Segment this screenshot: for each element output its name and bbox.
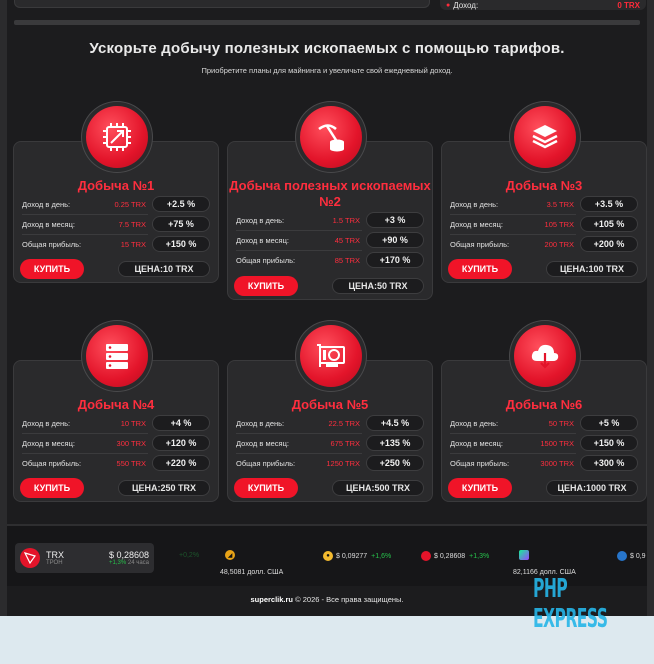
row-month: Доход в месяц: 7.5 TRX +75 %	[22, 215, 210, 233]
ticker-faded: +0,2%	[179, 552, 200, 559]
income-summary: ● Доход: 0 TRX	[440, 0, 646, 10]
cloud-mining-icon	[514, 325, 576, 387]
page-title: Ускорьте добычу полезных ископаемых с по…	[89, 40, 565, 57]
row-total: Общая прибыль: 3000 TRX +300 %	[450, 454, 638, 472]
plan-title: Добыча №5	[291, 397, 369, 412]
row-total: Общая прибыль: 550 TRX +220 %	[22, 454, 210, 472]
footer-site-link[interactable]: superclik.ru	[251, 595, 294, 604]
pickaxe-coins-icon	[300, 106, 362, 168]
plan-card-6: Добыча №6 Доход в день: 50 TRX +5 % Доход …	[441, 325, 647, 502]
footer-copyright: © 2026 - Все права защищены.	[295, 595, 404, 604]
income-label: Доход:	[453, 0, 479, 10]
tron-icon	[421, 551, 431, 561]
price-badge: ЦЕНА:50 TRX	[332, 278, 424, 294]
row-day: Доход в день: 1.5 TRX +3 %	[236, 211, 424, 229]
solana-icon	[519, 550, 529, 560]
buy-button-plan-5[interactable]: КУПИТЬ	[234, 478, 298, 498]
plan-card-1: Добыча №1 Доход в день: 0.25 TRX +2.5 % До…	[13, 106, 219, 283]
ticker-item-3[interactable]: $ 0,28608 +1,3%	[421, 551, 489, 561]
page-right-edge	[647, 0, 654, 616]
buy-button-plan-6[interactable]: КУПИТЬ	[448, 478, 512, 498]
coin-icon: ◢	[225, 550, 235, 560]
server-rack-icon	[86, 325, 148, 387]
price-badge: ЦЕНА:250 TRX	[118, 480, 210, 496]
row-total: Общая прибыль: 85 TRX +170 %	[236, 251, 424, 269]
watermark-logo: PHP EXPRESS	[533, 574, 608, 634]
buy-button-plan-1[interactable]: КУПИТЬ	[20, 259, 84, 279]
ticker-period: 24 часа	[127, 560, 149, 566]
plan-card-5: Добыча №5 Доход в день: 22.5 TRX +4.5 % До…	[227, 325, 433, 502]
ticker-item-1-value: 48,5081 долл. США	[220, 569, 284, 576]
plan-card-3: Добыча №3 Доход в день: 3.5 TRX +3.5 % Дох…	[441, 106, 647, 283]
tron-icon	[20, 548, 40, 568]
price-badge: ЦЕНА:10 TRX	[118, 261, 210, 277]
price-badge: ЦЕНА:500 TRX	[332, 480, 424, 496]
divider	[14, 20, 640, 25]
layers-stack-icon	[514, 106, 576, 168]
usdc-icon	[617, 551, 627, 561]
plan-title: Добыча полезных ископаемых №2	[229, 178, 431, 209]
graphics-card-icon	[300, 325, 362, 387]
page-subtitle: Приобретите планы для майнинга и увеличь…	[201, 66, 453, 75]
row-day: Доход в день: 3.5 TRX +3.5 %	[450, 195, 638, 213]
row-day: Доход в день: 10 TRX +4 %	[22, 414, 210, 432]
buy-button-plan-3[interactable]: КУПИТЬ	[448, 259, 512, 279]
row-month: Доход в месяц: 1500 TRX +150 %	[450, 434, 638, 452]
row-day: Доход в день: 22.5 TRX +4.5 %	[236, 414, 424, 432]
row-day: Доход в день: 50 TRX +5 %	[450, 414, 638, 432]
top-panel	[14, 0, 430, 8]
ticker-item-2[interactable]: ● $ 0,09277 +1,6%	[323, 551, 391, 561]
ticker-item-1[interactable]: ◢	[225, 550, 238, 560]
ticker-symbol: TRX	[46, 550, 64, 560]
buy-button-plan-4[interactable]: КУПИТЬ	[20, 478, 84, 498]
income-value: 0 TRX	[617, 0, 640, 10]
row-month: Доход в месяц: 45 TRX +90 %	[236, 231, 424, 249]
row-month: Доход в месяц: 105 TRX +105 %	[450, 215, 638, 233]
plan-card-2: Добыча полезных ископаемых №2 Доход в де…	[227, 106, 433, 300]
ticker-item-4[interactable]	[519, 550, 532, 560]
cpu-chip-icon	[86, 106, 148, 168]
plan-title: Добыча №3	[505, 178, 583, 193]
ticker-item-5[interactable]: $ 0,9	[617, 551, 646, 561]
row-total: Общая прибыль: 200 TRX +200 %	[450, 235, 638, 253]
page: ● Доход: 0 TRX Ускорьте добычу полезных …	[0, 0, 654, 616]
ticker-trx[interactable]: TRX ТРОН $ 0,28608 +1,3% 24 часа	[15, 543, 154, 573]
row-total: Общая прибыль: 1250 TRX +250 %	[236, 454, 424, 472]
row-total: Общая прибыль: 15 TRX +150 %	[22, 235, 210, 253]
bullet-icon: ●	[446, 1, 451, 9]
coin-icon: ●	[323, 551, 333, 561]
price-badge: ЦЕНА:100 TRX	[546, 261, 638, 277]
ticker-price: $ 0,28608	[108, 550, 149, 560]
price-badge: ЦЕНА:1000 TRX	[546, 480, 638, 496]
row-month: Доход в месяц: 300 TRX +120 %	[22, 434, 210, 452]
ticker-name: ТРОН	[46, 560, 63, 566]
row-month: Доход в месяц: 675 TRX +135 %	[236, 434, 424, 452]
ticker-change: +1,3%	[109, 560, 127, 566]
plan-title: Добыча №1	[77, 178, 155, 193]
page-left-edge	[0, 0, 7, 616]
plan-card-4: Добыча №4 Доход в день: 10 TRX +4 % Доход …	[13, 325, 219, 502]
plan-title: Добыча №6	[505, 397, 583, 412]
buy-button-plan-2[interactable]: КУПИТЬ	[234, 276, 298, 296]
plan-title: Добыча №4	[77, 397, 155, 412]
row-day: Доход в день: 0.25 TRX +2.5 %	[22, 195, 210, 213]
